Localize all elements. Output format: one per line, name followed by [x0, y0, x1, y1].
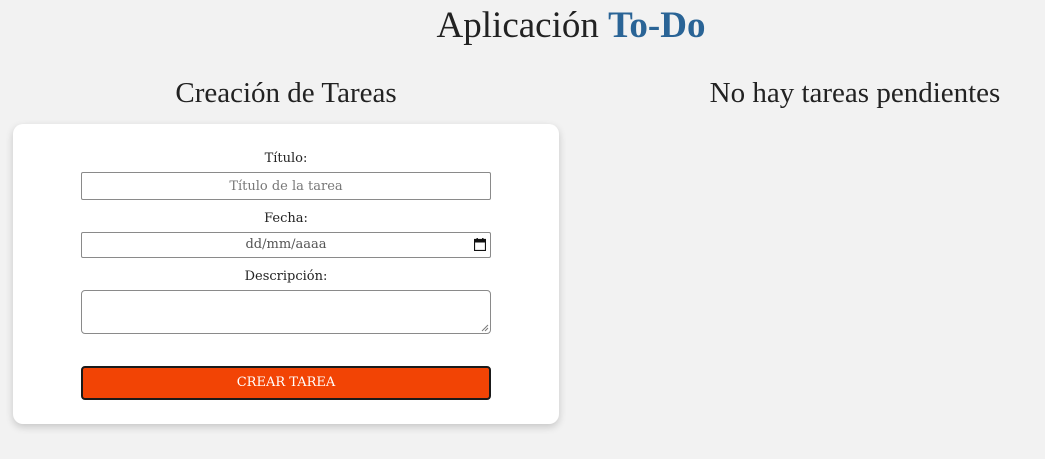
- app-title: Aplicación To-Do: [0, 2, 1045, 50]
- date-placeholder: dd/mm/aaaa: [245, 237, 327, 252]
- app-title-prefix: Aplicación: [436, 5, 609, 46]
- date-label: Fecha:: [264, 211, 308, 226]
- calendar-icon[interactable]: [474, 238, 486, 251]
- description-label: Descripción:: [244, 269, 328, 284]
- create-task-button[interactable]: CREAR TAREA: [81, 366, 491, 400]
- date-input[interactable]: dd/mm/aaaa: [81, 232, 491, 258]
- task-form-card: Título: Fecha: dd/mm/aaaa Descripción: C…: [13, 124, 559, 424]
- empty-tasks-message: No hay tareas pendientes: [709, 77, 1001, 109]
- creation-section-title: Creación de Tareas: [175, 77, 397, 109]
- description-textarea[interactable]: [81, 290, 491, 334]
- app-title-accent: To-Do: [608, 5, 706, 46]
- title-label: Título:: [264, 151, 308, 166]
- resize-handle-icon[interactable]: [481, 324, 489, 332]
- title-input[interactable]: [81, 172, 491, 200]
